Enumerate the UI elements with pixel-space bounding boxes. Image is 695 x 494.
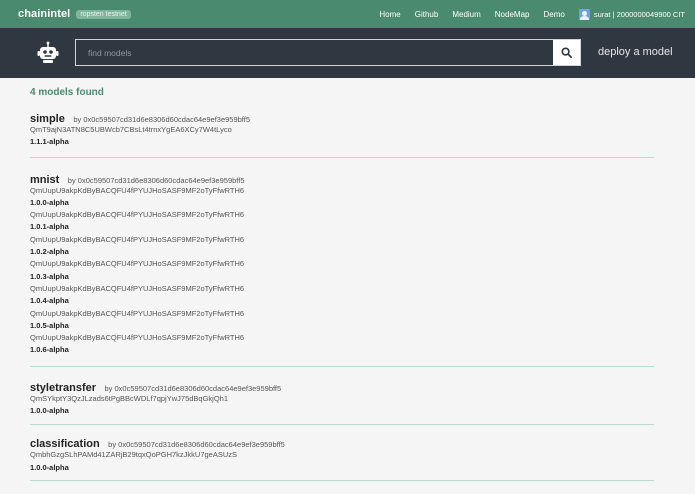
model-owner: by 0x0c59507cd31d6e8306d60cdac64e9ef3e95… [108,440,285,450]
model-hash[interactable]: QmUupU9akpKdByBACQFU4fPYUJHoSASF9MF2oTyF… [30,258,654,270]
account-label: surat | 2000000049900 CIT [593,9,685,19]
network-badge: ropsten testnet [76,9,131,19]
model-version: 1.0.0-alpha [30,406,69,416]
model-version: 1.0.0-alpha [30,462,69,472]
model-hash[interactable]: QmSYkptY3QzJLzads6tPgBBcWDLf7qpjYwJ75dBq… [30,393,654,405]
nav-home-link[interactable]: Home [379,10,400,19]
avatar-icon [578,8,590,20]
model-hash[interactable]: QmUupU9akpKdByBACQFU4fPYUJHoSASF9MF2oTyF… [30,283,654,295]
robot-icon [37,41,59,63]
model-hash[interactable]: QmbhGzgSLhPAMd41ZARjB29tqxQoPGH7kzJkkU7g… [30,449,654,461]
model-hash[interactable]: QmT9ajN3ATN8C5UBWcb7CBsLt4trnxYgEA6XCy7W… [30,124,654,136]
search-icon [561,47,572,58]
model-owner: by 0x0c59507cd31d6e8306d60cdac64e9ef3e95… [67,175,245,185]
top-nav-bar: chainintel ropsten testnet Home Github M… [0,0,695,28]
model-card: simple by 0x0c59507cd31d6e8306d60cdac64e… [30,111,654,158]
model-version: 1.0.3-alpha [30,271,69,281]
search-input[interactable] [76,40,553,65]
search-field [75,39,581,66]
search-button[interactable] [553,40,580,65]
model-hash[interactable]: QmUupU9akpKdByBACQFU4fPYUJHoSASF9MF2oTyF… [30,308,654,320]
model-version: 1.0.0-alpha [30,197,69,207]
model-hash[interactable]: QmUupU9akpKdByBACQFU4fPYUJHoSASF9MF2oTyF… [30,234,654,246]
model-card: styletransfer by 0x0c59507cd31d6e8306d60… [30,380,654,426]
nav-github-link[interactable]: Github [415,10,439,19]
model-version: 1.0.4-alpha [30,296,69,306]
model-name[interactable]: mnist [30,174,59,186]
model-owner: by 0x0c59507cd31d6e8306d60cdac64e9ef3e95… [104,383,282,393]
model-name[interactable]: styletransfer [30,382,96,394]
search-bar: deploy a model [0,28,695,78]
deploy-model-link[interactable]: deploy a model [598,46,673,58]
model-hash[interactable]: QmUupU9akpKdByBACQFU4fPYUJHoSASF9MF2oTyF… [30,185,654,197]
model-card: mnist by 0x0c59507cd31d6e8306d60cdac64e9… [30,172,654,367]
model-owner: by 0x0c59507cd31d6e8306d60cdac64e9ef3e95… [73,115,251,124]
model-version: 1.0.5-alpha [30,320,69,330]
model-version: 1.0.1-alpha [30,222,69,232]
model-hash[interactable]: QmUupU9akpKdByBACQFU4fPYUJHoSASF9MF2oTyF… [30,209,654,221]
nav-medium-link[interactable]: Medium [452,10,480,19]
model-version: 1.0.6-alpha [30,345,69,355]
nav-demo-link[interactable]: Demo [543,10,564,19]
main-nav: Home Github Medium NodeMap Demo [379,10,578,19]
model-hash[interactable]: QmUupU9akpKdByBACQFU4fPYUJHoSASF9MF2oTyF… [30,332,654,344]
brand-logo[interactable]: chainintel [18,8,70,20]
model-version: 1.0.2-alpha [30,247,69,257]
model-card: classification by 0x0c59507cd31d6e8306d6… [30,436,654,481]
results-section: 4 models found simple by 0x0c59507cd31d6… [0,86,695,481]
nav-nodemap-link[interactable]: NodeMap [495,10,530,19]
results-count: 4 models found [30,87,104,98]
account-menu[interactable]: surat | 2000000049900 CIT [578,8,685,20]
model-version: 1.1.1-alpha [30,137,69,147]
